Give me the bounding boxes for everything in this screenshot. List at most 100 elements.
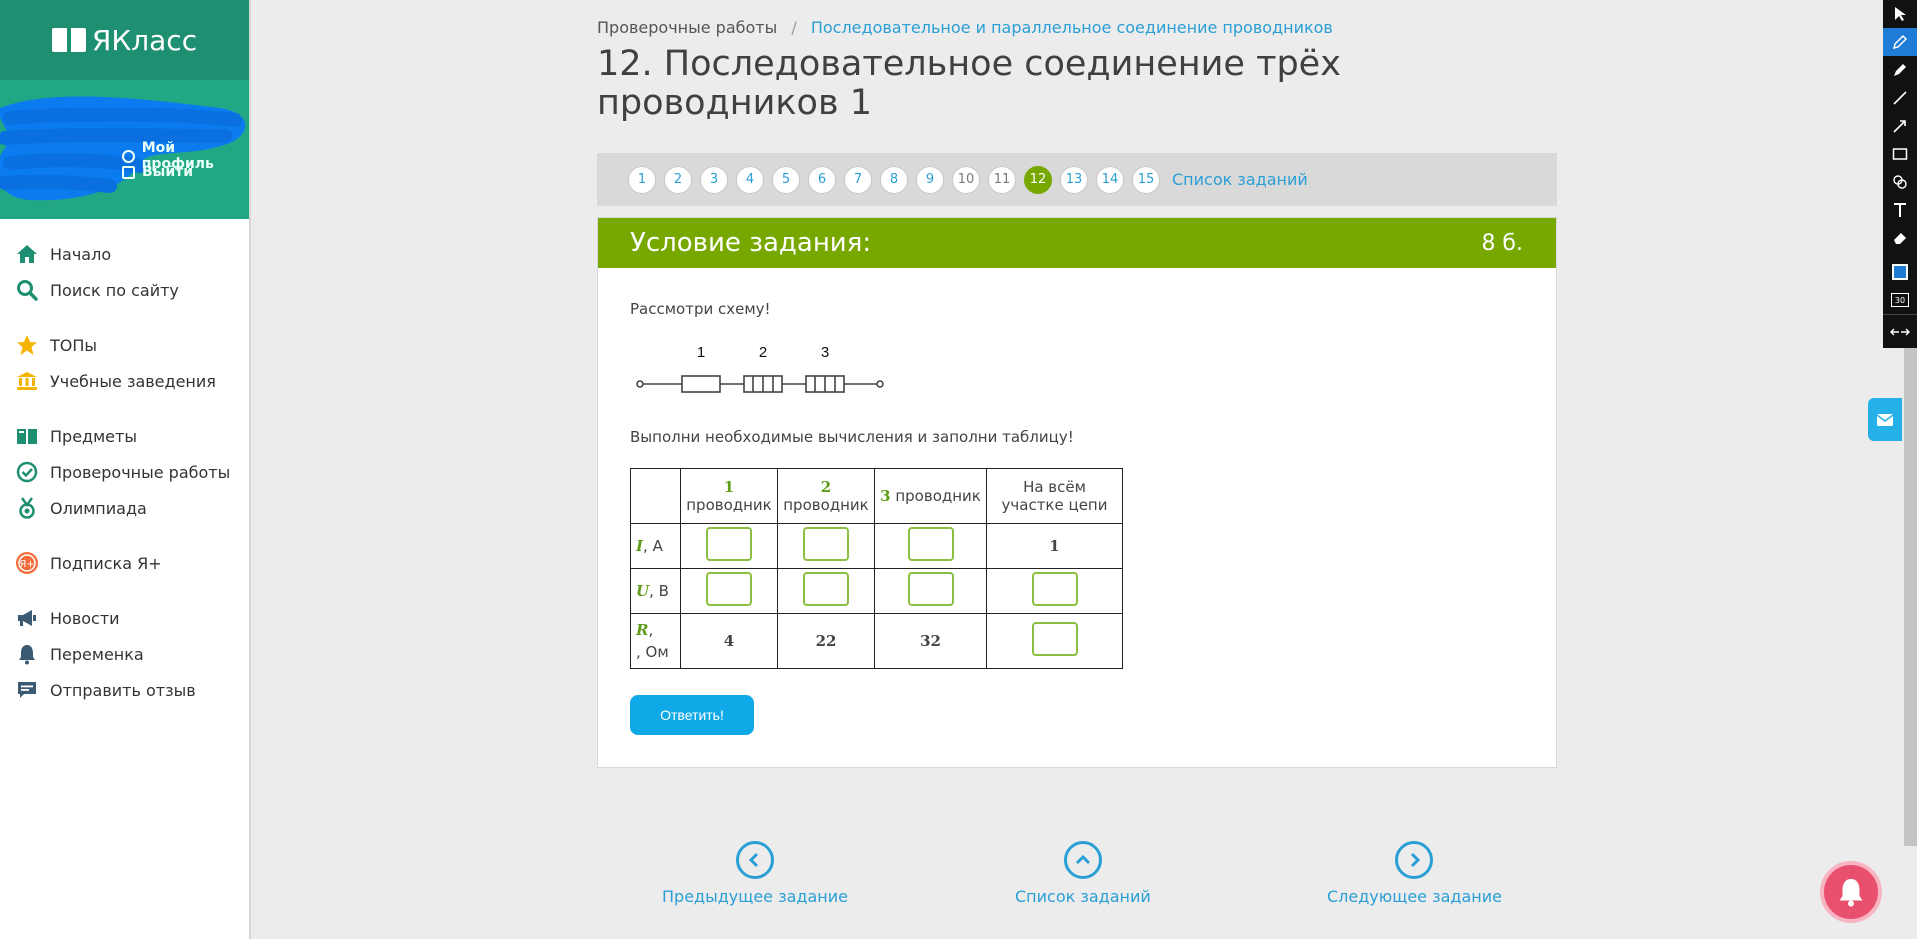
pager-page-1[interactable]: 1	[628, 165, 656, 194]
table-corner-cell	[630, 468, 681, 524]
pager-page-13[interactable]: 13	[1060, 165, 1088, 194]
search-icon	[14, 279, 40, 301]
breadcrumb-separator: /	[791, 18, 797, 37]
next-task-link[interactable]: Следующее задание	[1327, 841, 1502, 906]
envelope-icon	[1876, 413, 1894, 426]
sidebar-item-institutions[interactable]: Учебные заведения	[14, 363, 249, 399]
chevron-up-icon	[1063, 841, 1102, 879]
submit-answer-button[interactable]: Ответить!	[630, 695, 754, 735]
check-circle-icon	[14, 461, 40, 483]
annotation-toolbar: 30	[1883, 0, 1917, 348]
task-points: 8 б.	[1481, 230, 1523, 256]
input-R-total[interactable]	[1031, 622, 1078, 656]
expand-toolbar-icon[interactable]	[1883, 318, 1917, 346]
notifications-button[interactable]	[1820, 861, 1882, 923]
pager-page-11[interactable]: 11	[988, 165, 1016, 194]
task-list-link[interactable]: Список заданий	[1172, 170, 1308, 189]
table-row-voltage: U, В	[630, 568, 1123, 614]
medal-icon	[14, 497, 40, 519]
sidebar-item-home[interactable]: Начало	[14, 236, 249, 272]
prev-task-link[interactable]: Предыдущее задание	[662, 841, 848, 906]
user-circle-icon	[122, 149, 135, 163]
line-tool-icon[interactable]	[1883, 84, 1917, 112]
input-I-2[interactable]	[803, 527, 849, 561]
pager-page-9[interactable]: 9	[916, 165, 944, 194]
task-text-2: Выполни необходимые вычисления и заполни…	[630, 428, 1074, 446]
input-U-3[interactable]	[907, 572, 954, 606]
input-U-total[interactable]	[1031, 572, 1078, 606]
breadcrumb-topic-link[interactable]: Последовательное и параллельное соединен…	[811, 18, 1333, 37]
task-pager: 1 2 3 4 5 6 7 8 9 10 11 12 13 14 15 Список заданий	[597, 153, 1557, 206]
eraser-tool-icon[interactable]	[1883, 224, 1917, 252]
cursor-tool-icon[interactable]	[1883, 0, 1917, 28]
effects-tool-icon[interactable]	[1883, 168, 1917, 196]
main-content: Проверочные работы / Последовательное и …	[597, 0, 1557, 768]
user-panel: Мой профиль Выйти	[0, 80, 249, 219]
logout-icon	[122, 165, 135, 179]
sidebar-item-feedback[interactable]: Отправить отзыв	[14, 672, 249, 708]
logo[interactable]: ЯКласс	[0, 0, 249, 80]
text-tool-icon[interactable]	[1883, 196, 1917, 224]
home-icon	[14, 243, 40, 265]
value-R-1: 4	[680, 613, 778, 669]
value-R-3: 32	[874, 613, 987, 669]
resistor-1	[681, 375, 721, 393]
sidebar-item-news[interactable]: Новости	[14, 600, 249, 636]
sidebar-item-olympiad[interactable]: Олимпиада	[14, 490, 249, 526]
breadcrumb: Проверочные работы / Последовательное и …	[597, 18, 1557, 37]
sidebar-item-tests[interactable]: Проверочные работы	[14, 454, 249, 490]
pager-page-10[interactable]: 10	[952, 165, 980, 194]
page-scrollbar[interactable]	[1904, 348, 1917, 846]
sidebar-item-tops[interactable]: ТОПы	[14, 327, 249, 363]
table-row-current: I, А 1	[630, 523, 1123, 569]
value-R-2: 22	[777, 613, 875, 669]
pager-page-6[interactable]: 6	[808, 165, 836, 194]
megaphone-icon	[14, 607, 40, 629]
row-label-current: I, А	[630, 523, 681, 569]
pager-page-5[interactable]: 5	[772, 165, 800, 194]
input-U-2[interactable]	[803, 572, 849, 606]
books-icon	[14, 425, 40, 447]
pager-page-3[interactable]: 3	[700, 165, 728, 194]
input-U-1[interactable]	[706, 572, 752, 606]
row-label-voltage: U, В	[630, 568, 681, 614]
logout-link[interactable]: Выйти	[122, 164, 193, 180]
pager-page-12[interactable]: 12	[1024, 165, 1052, 194]
breadcrumb-tests-link[interactable]: Проверочные работы	[597, 18, 777, 37]
subscription-icon: Я+	[14, 552, 40, 574]
col-header-2: 2 проводник	[777, 468, 875, 524]
pager-page-7[interactable]: 7	[844, 165, 872, 194]
col-header-3: 3 проводник	[874, 468, 987, 524]
answer-table: 1 проводник 2 проводник 3 проводник На в…	[630, 468, 1123, 669]
logo-text: ЯКласс	[91, 23, 198, 57]
pager-pages: 1 2 3 4 5 6 7 8 9 10 11 12 13 14 15	[628, 165, 1168, 194]
sidebar: ЯКласс Мой профиль Выйти Начало Поиск по…	[0, 0, 251, 939]
circuit-diagram: 1 2 3	[636, 344, 884, 393]
col-header-1: 1 проводник	[680, 468, 778, 524]
feedback-icon	[14, 679, 40, 701]
col-header-total: На всём участке цепи	[986, 468, 1123, 524]
arrow-tool-icon[interactable]	[1883, 112, 1917, 140]
pen-tool-icon[interactable]	[1883, 28, 1917, 56]
sidebar-item-search[interactable]: Поиск по сайту	[14, 272, 249, 308]
input-I-3[interactable]	[907, 527, 954, 561]
pager-page-4[interactable]: 4	[736, 165, 764, 194]
input-I-1[interactable]	[706, 527, 752, 561]
color-picker-icon[interactable]	[1883, 258, 1917, 286]
bell-notification-icon	[1839, 879, 1863, 907]
mail-button[interactable]	[1868, 398, 1902, 441]
pager-page-15[interactable]: 15	[1132, 165, 1160, 194]
sidebar-item-subscription[interactable]: Я+ Подписка Я+	[14, 545, 249, 581]
sidebar-item-subjects[interactable]: Предметы	[14, 418, 249, 454]
pager-page-14[interactable]: 14	[1096, 165, 1124, 194]
marker-tool-icon[interactable]	[1883, 56, 1917, 84]
sidebar-item-break[interactable]: Переменка	[14, 636, 249, 672]
task-list-bottom-link[interactable]: Список заданий	[1015, 841, 1151, 906]
book-logo-icon	[51, 28, 86, 52]
pager-page-8[interactable]: 8	[880, 165, 908, 194]
task-header-title: Условие задания:	[630, 228, 872, 258]
institution-icon	[14, 370, 40, 392]
rectangle-tool-icon[interactable]	[1883, 140, 1917, 168]
pager-page-2[interactable]: 2	[664, 165, 692, 194]
size-picker-icon[interactable]: 30	[1883, 286, 1917, 314]
